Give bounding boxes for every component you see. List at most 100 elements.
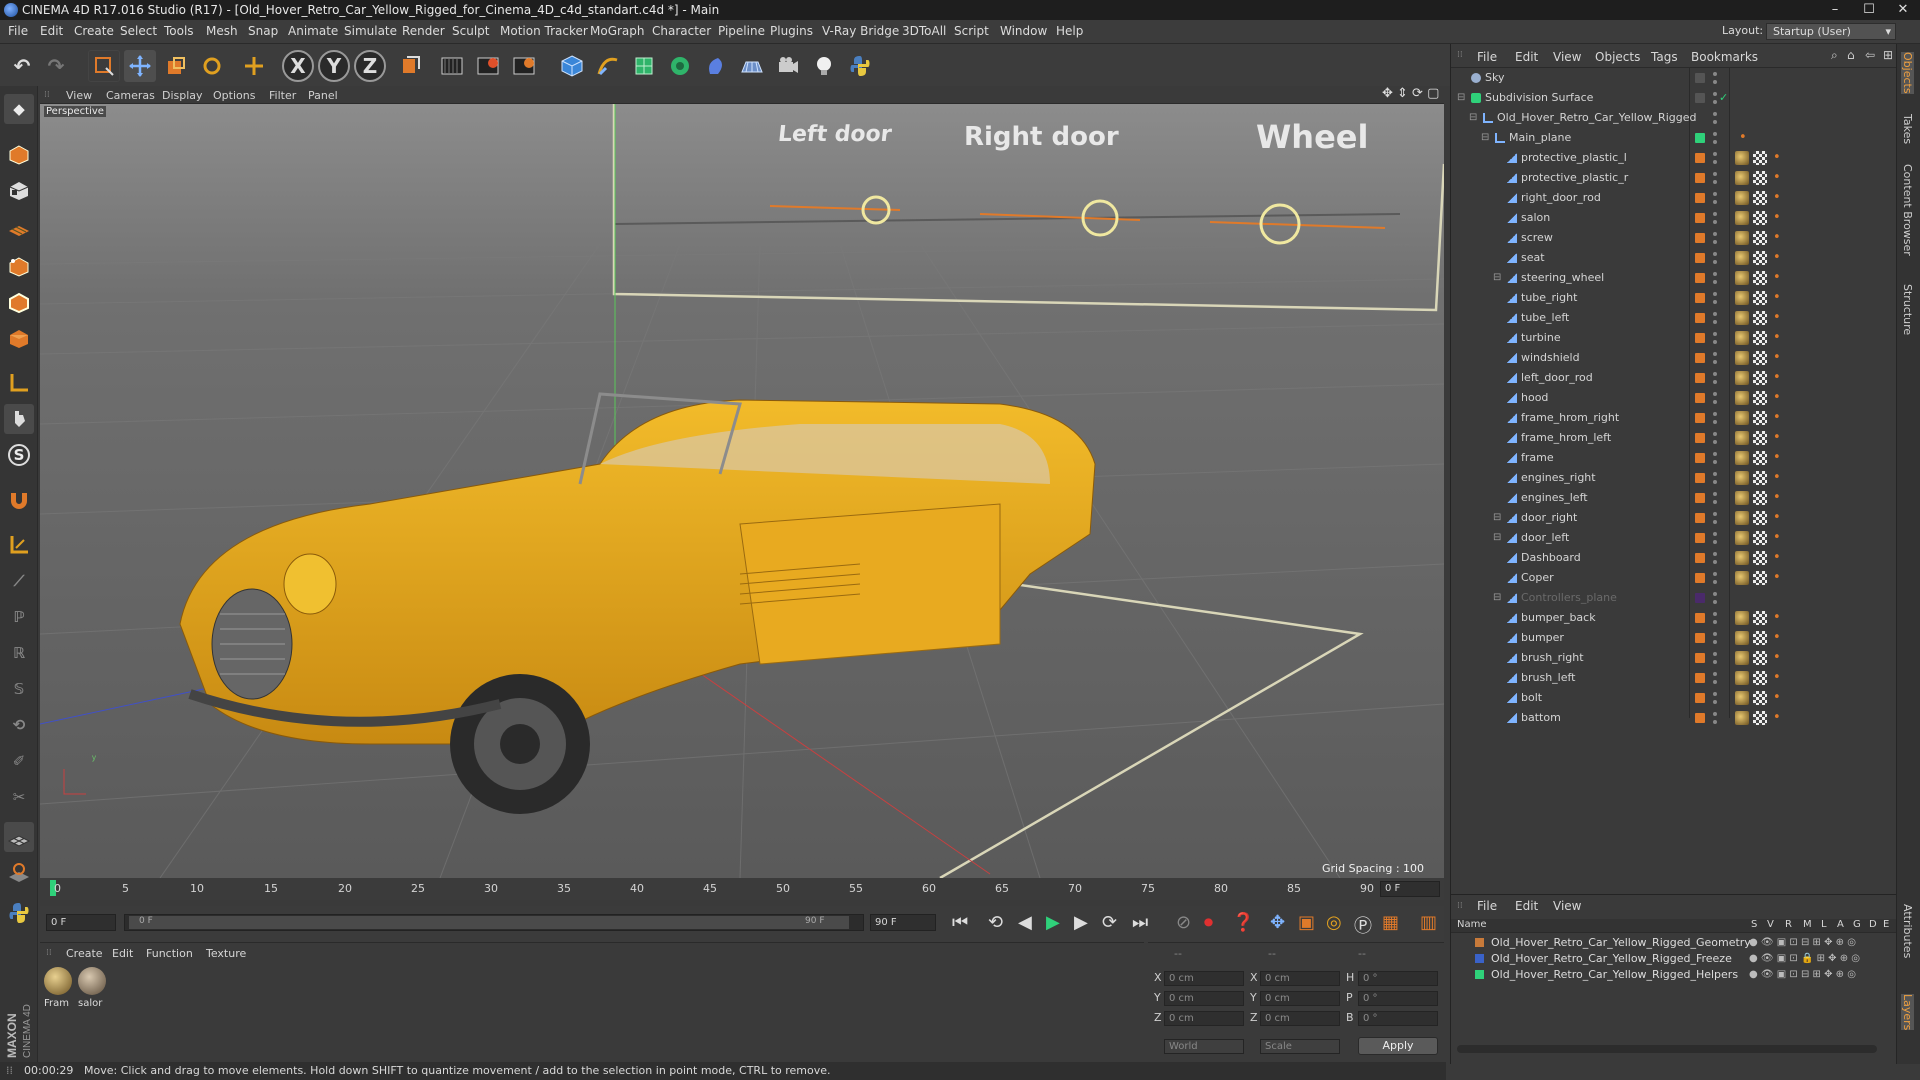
position-z-field[interactable]: 0 cm bbox=[1164, 1011, 1244, 1026]
object-name[interactable]: engines_right bbox=[1521, 468, 1596, 488]
object-row[interactable]: brush_right • bbox=[1451, 648, 1897, 668]
layer-flag-icons[interactable]: ● 👁 ▣ ⊡ ⊟ ⊞ ✥ ⊕ ◎ bbox=[1749, 935, 1856, 950]
editor-visibility-dot[interactable] bbox=[1713, 112, 1717, 116]
nurbs-icon[interactable] bbox=[628, 50, 660, 82]
material-tag-icon[interactable] bbox=[1735, 471, 1749, 485]
protection-tag-icon[interactable]: • bbox=[1773, 548, 1781, 568]
python-script-icon[interactable] bbox=[4, 898, 34, 928]
editor-visibility-dot[interactable] bbox=[1713, 212, 1717, 216]
array-icon[interactable] bbox=[664, 50, 696, 82]
material-menu-texture[interactable]: Texture bbox=[206, 947, 246, 960]
go-to-start-icon[interactable]: ⏮ bbox=[952, 912, 968, 933]
protection-tag-icon[interactable]: • bbox=[1773, 328, 1781, 348]
object-name[interactable]: door_left bbox=[1521, 528, 1569, 548]
viewport-menu-display[interactable]: Display bbox=[162, 89, 203, 102]
protection-tag-icon[interactable]: • bbox=[1773, 288, 1781, 308]
editor-visibility-dot[interactable] bbox=[1713, 232, 1717, 236]
record-active-objects-icon[interactable]: ⏺ bbox=[1204, 912, 1213, 933]
layer-menu-edit[interactable]: Edit bbox=[1515, 899, 1538, 913]
solo-button[interactable]: S bbox=[4, 440, 34, 470]
object-row[interactable]: tube_left • bbox=[1451, 308, 1897, 328]
object-name[interactable]: windshield bbox=[1521, 348, 1580, 368]
render-view-icon[interactable] bbox=[436, 50, 468, 82]
edges-mode-icon[interactable] bbox=[4, 288, 34, 318]
editor-visibility-dot[interactable] bbox=[1713, 712, 1717, 716]
material-tag-icon[interactable] bbox=[1735, 331, 1749, 345]
object-name[interactable]: steering_wheel bbox=[1521, 268, 1604, 288]
editor-visibility-dot[interactable] bbox=[1713, 92, 1717, 96]
editor-visibility-dot[interactable] bbox=[1713, 292, 1717, 296]
last-tool-icon[interactable] bbox=[238, 50, 270, 82]
object-name[interactable]: right_door_rod bbox=[1521, 188, 1601, 208]
size-x-field[interactable]: 0 cm bbox=[1260, 971, 1340, 986]
symmetry-icon[interactable]: ⟋ bbox=[4, 566, 34, 596]
key-rotation-icon[interactable]: ◎ bbox=[1326, 912, 1342, 933]
render-visibility-dot[interactable] bbox=[1713, 260, 1717, 264]
protection-tag-icon[interactable]: • bbox=[1739, 128, 1747, 148]
render-visibility-dot[interactable] bbox=[1713, 600, 1717, 604]
tab-layers[interactable]: Layers bbox=[1901, 994, 1914, 1031]
protection-tag-icon[interactable]: • bbox=[1773, 148, 1781, 168]
layer-color-swatch[interactable] bbox=[1695, 193, 1705, 203]
om-menu-bookmarks[interactable]: Bookmarks bbox=[1691, 50, 1758, 64]
key-parameter-icon[interactable]: Ⓟ bbox=[1354, 912, 1372, 938]
material-tag-icon[interactable] bbox=[1735, 251, 1749, 265]
object-row[interactable]: ⊟ door_left • bbox=[1451, 528, 1897, 548]
axis-x-lock-button[interactable]: X bbox=[282, 50, 314, 82]
enabled-check-icon[interactable]: ✓ bbox=[1719, 88, 1728, 108]
editor-visibility-dot[interactable] bbox=[1713, 552, 1717, 556]
uvw-tag-icon[interactable] bbox=[1753, 491, 1767, 505]
axis-y-lock-button[interactable]: Y bbox=[318, 50, 350, 82]
close-button[interactable]: ✕ bbox=[1886, 0, 1920, 20]
rotate-tool-icon[interactable] bbox=[196, 50, 228, 82]
render-visibility-dot[interactable] bbox=[1713, 80, 1717, 84]
new-view-icon[interactable]: ⊞ bbox=[1883, 48, 1893, 62]
object-row[interactable]: Sky bbox=[1451, 68, 1897, 88]
layer-color-swatch[interactable] bbox=[1695, 513, 1705, 523]
expand-toggle-icon[interactable]: ⊟ bbox=[1493, 508, 1501, 528]
brush-loop-icon[interactable]: ⟲ bbox=[4, 710, 34, 740]
layer-color-swatch[interactable] bbox=[1695, 393, 1705, 403]
current-frame-field[interactable]: 0 F bbox=[1380, 881, 1440, 897]
layer-color-swatch[interactable] bbox=[1695, 473, 1705, 483]
timeline-window-icon[interactable]: ▥ bbox=[1420, 912, 1437, 933]
editor-visibility-dot[interactable] bbox=[1713, 452, 1717, 456]
uvw-tag-icon[interactable] bbox=[1753, 291, 1767, 305]
object-row[interactable]: brush_left • bbox=[1451, 668, 1897, 688]
material-tag-icon[interactable] bbox=[1735, 651, 1749, 665]
object-name[interactable]: tube_right bbox=[1521, 288, 1577, 308]
snap-magnet-icon[interactable] bbox=[4, 484, 34, 514]
uvw-tag-icon[interactable] bbox=[1753, 151, 1767, 165]
material-tag-icon[interactable] bbox=[1735, 431, 1749, 445]
render-visibility-dot[interactable] bbox=[1713, 420, 1717, 424]
editor-visibility-dot[interactable] bbox=[1713, 252, 1717, 256]
editor-visibility-dot[interactable] bbox=[1713, 272, 1717, 276]
uvw-tag-icon[interactable] bbox=[1753, 551, 1767, 565]
model-mode-icon[interactable] bbox=[4, 140, 34, 170]
redo-icon[interactable]: ↷ bbox=[40, 50, 72, 82]
layer-color-swatch[interactable] bbox=[1695, 593, 1705, 603]
layer-color-swatch[interactable] bbox=[1475, 954, 1484, 963]
expand-toggle-icon[interactable]: ⊟ bbox=[1457, 88, 1465, 108]
previous-frame-icon[interactable]: ◀ bbox=[1018, 912, 1032, 933]
om-menu-tags[interactable]: Tags bbox=[1651, 50, 1678, 64]
protection-tag-icon[interactable]: • bbox=[1773, 528, 1781, 548]
object-name[interactable]: screw bbox=[1521, 228, 1553, 248]
key-pla-icon[interactable]: ▦ bbox=[1382, 912, 1399, 933]
layer-color-swatch[interactable] bbox=[1475, 970, 1484, 979]
object-row[interactable]: ⊟ door_right • bbox=[1451, 508, 1897, 528]
previous-key-icon[interactable]: ⟲ bbox=[988, 912, 1003, 933]
motion-record-icon[interactable]: ⊘ bbox=[1176, 912, 1191, 933]
protection-tag-icon[interactable]: • bbox=[1773, 448, 1781, 468]
protection-tag-icon[interactable]: • bbox=[1773, 248, 1781, 268]
search-icon[interactable]: ⌕ bbox=[1831, 48, 1838, 63]
object-row[interactable]: right_door_rod • bbox=[1451, 188, 1897, 208]
material-tag-icon[interactable] bbox=[1735, 171, 1749, 185]
tweak-mode-icon[interactable] bbox=[4, 404, 34, 434]
object-row[interactable]: tube_right • bbox=[1451, 288, 1897, 308]
uvw-tag-icon[interactable] bbox=[1753, 511, 1767, 525]
object-name[interactable]: engines_left bbox=[1521, 488, 1588, 508]
cube-primitive-icon[interactable] bbox=[556, 50, 588, 82]
protection-tag-icon[interactable]: • bbox=[1773, 648, 1781, 668]
uvw-tag-icon[interactable] bbox=[1753, 411, 1767, 425]
